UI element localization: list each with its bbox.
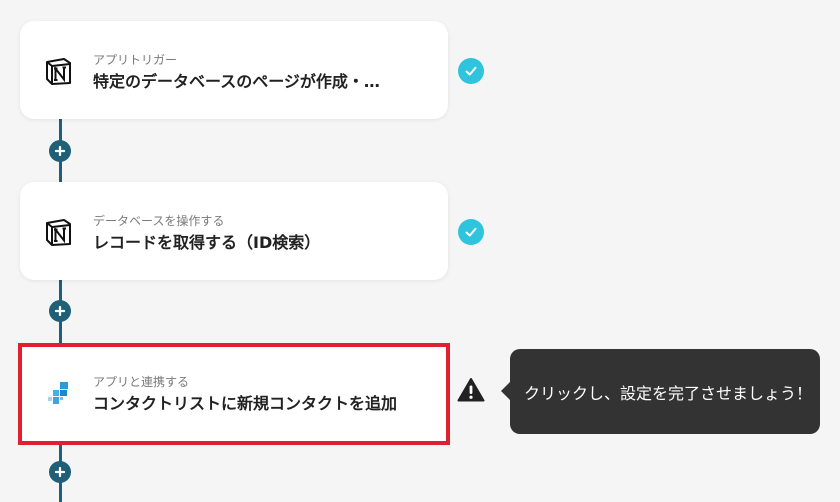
notion-icon (46, 219, 71, 246)
step-subtitle: データベースを操作する (93, 214, 225, 228)
flow-step-card-trigger[interactable]: アプリトリガー 特定のデータベースのページが作成・… (20, 21, 448, 119)
flow-step-card-get-record[interactable]: データベースを操作する レコードを取得する（ID検索） (20, 182, 448, 280)
step-title: コンタクトリストに新規コンタクトを追加 (93, 394, 398, 413)
plus-icon (55, 146, 65, 156)
add-step-button[interactable] (49, 140, 71, 162)
step-subtitle: アプリと連携する (93, 375, 190, 389)
add-step-button[interactable] (49, 461, 71, 483)
step-complete-check-icon (458, 58, 484, 84)
plus-icon (55, 467, 65, 477)
blue-squares-app-icon (48, 382, 68, 404)
flow-step-card-add-contact[interactable]: アプリと連携する コンタクトリストに新規コンタクトを追加 (18, 343, 450, 445)
setup-tooltip: クリックし、設定を完了させましょう！ (501, 349, 820, 434)
tooltip-text: クリックし、設定を完了させましょう！ (524, 383, 813, 403)
step-complete-check-icon (458, 219, 484, 245)
plus-icon (55, 306, 65, 316)
notion-icon (46, 58, 71, 85)
step-title: レコードを取得する（ID検索） (93, 233, 321, 252)
warning-icon (457, 378, 485, 402)
add-step-button[interactable] (49, 300, 71, 322)
tooltip-arrow (501, 382, 510, 400)
step-title: 特定のデータベースのページが作成・… (93, 72, 380, 91)
step-subtitle: アプリトリガー (93, 53, 178, 67)
